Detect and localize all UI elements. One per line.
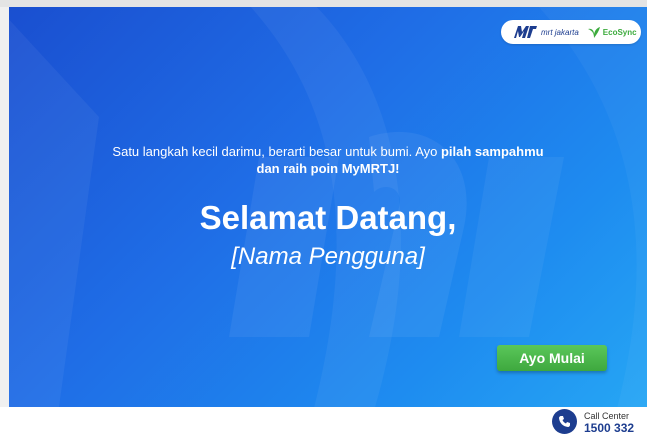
welcome-hero: mrt jakarta EcoSync Satu langkah kecil d… [9,7,647,407]
call-center-label: Call Center [584,410,630,421]
app-screen: mrt jakarta EcoSync Satu langkah kecil d… [0,0,647,443]
call-center-number: 1500 332 [584,420,635,435]
tagline-text: Satu langkah kecil darimu, berarti besar… [112,144,441,159]
tagline-highlight-2: dan raih poin MyMRTJ! [256,161,400,176]
tagline: Satu langkah kecil darimu, berarti besar… [9,143,647,177]
start-button[interactable]: Ayo Mulai [497,345,607,371]
tagline-highlight-1: pilah sampahmu [440,144,544,159]
left-border [0,7,9,407]
brand-logos: mrt jakarta EcoSync [501,20,641,44]
mrt-brand-text: mrt jakarta [541,27,579,37]
user-name: [Nama Pengguna] [231,243,425,270]
top-border [0,0,647,7]
phone-icon [552,409,577,434]
call-center-text: Call Center 1500 332 [584,410,634,434]
welcome-heading: Selamat Datang, [199,199,457,236]
ecosync-brand-text: EcoSync [602,27,637,37]
leaf-icon [587,26,600,38]
phone-glyph [559,416,570,427]
mrt-logo-icon [514,26,537,38]
call-center[interactable]: Call Center 1500 332 [552,409,634,434]
